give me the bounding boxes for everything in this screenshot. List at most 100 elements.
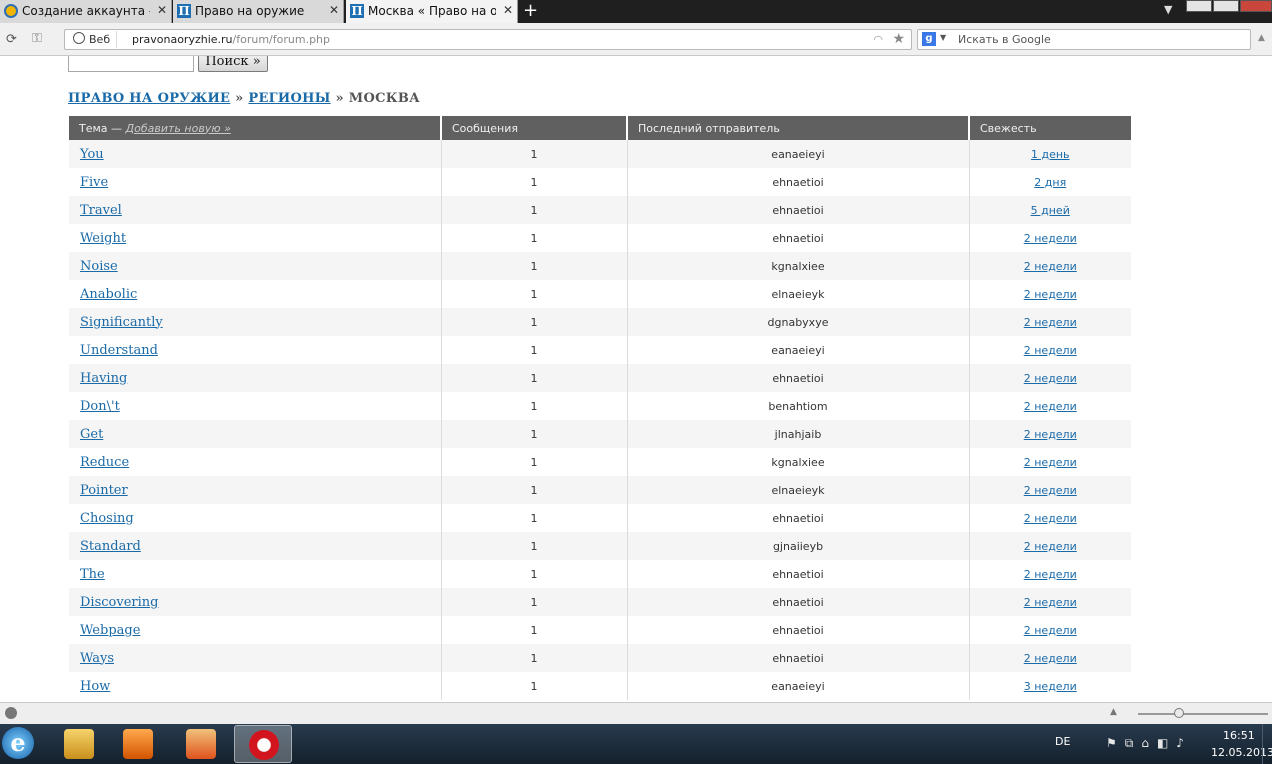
language-indicator[interactable]: DE: [1055, 735, 1070, 748]
freshness-link[interactable]: 2 дня: [1034, 176, 1066, 189]
tray-icons[interactable]: ⚑⧉⌂◧♪: [1106, 736, 1192, 751]
maximize-icon[interactable]: [1213, 0, 1239, 12]
chevron-down-icon[interactable]: ▼: [940, 33, 946, 42]
start-button[interactable]: e: [2, 727, 34, 759]
close-icon[interactable]: ✕: [503, 3, 513, 17]
table-row: Standard 1 gjnaiieyb 2 недели: [69, 532, 1131, 560]
freshness-link[interactable]: 2 недели: [1024, 596, 1077, 609]
freshness-link[interactable]: 2 недели: [1024, 288, 1077, 301]
rss-icon[interactable]: ◠: [873, 33, 883, 46]
zoom-slider-thumb[interactable]: [1174, 708, 1184, 718]
topic-cell: Understand: [69, 336, 442, 364]
minimize-icon[interactable]: [1186, 0, 1212, 12]
search-engine-field[interactable]: g ▼ Искать в Google: [917, 29, 1251, 50]
topic-link[interactable]: Five: [80, 175, 108, 190]
url-host: pravonaoryzhie.ru: [132, 33, 233, 46]
freshness-link[interactable]: 2 недели: [1024, 316, 1077, 329]
url-text[interactable]: pravonaoryzhie.ru/forum/forum.php: [132, 33, 330, 46]
tab-title: Москва « Право на ор...: [368, 4, 496, 18]
close-icon[interactable]: ✕: [157, 3, 167, 17]
freshness-link[interactable]: 5 дней: [1031, 204, 1070, 217]
last-poster: jlnahjaib: [627, 420, 970, 448]
freshness-link[interactable]: 2 недели: [1024, 512, 1077, 525]
close-window-icon[interactable]: [1240, 0, 1272, 12]
posts-count: 1: [441, 672, 628, 700]
topic-cell: Five: [69, 168, 442, 196]
table-header-row: Тема — Добавить новую » Сообщения Послед…: [69, 116, 1131, 140]
posts-count: 1: [441, 224, 628, 252]
freshness-link[interactable]: 2 недели: [1024, 260, 1077, 273]
show-desktop-button[interactable]: [1262, 724, 1272, 764]
topic-link[interactable]: Weight: [80, 231, 126, 246]
tab-gun-rights[interactable]: П Право на оружие ✕: [173, 0, 344, 23]
topic-link[interactable]: Chosing: [80, 511, 134, 526]
breadcrumb-regions-link[interactable]: РЕГИОНЫ: [248, 91, 330, 106]
topic-cell: Webpage: [69, 616, 442, 644]
topic-link[interactable]: Understand: [80, 343, 158, 358]
topic-link[interactable]: The: [80, 567, 105, 582]
freshness-link[interactable]: 2 недели: [1024, 428, 1077, 441]
freshness-link[interactable]: 2 недели: [1024, 372, 1077, 385]
topics-table: Тема — Добавить новую » Сообщения Послед…: [69, 116, 1131, 700]
breadcrumb-root-link[interactable]: ПРАВО НА ОРУЖИЕ: [68, 91, 230, 106]
media-player-button[interactable]: [115, 725, 161, 763]
freshness-link[interactable]: 2 недели: [1024, 540, 1077, 553]
topic-cell: Reduce: [69, 448, 442, 476]
topic-link[interactable]: Noise: [80, 259, 118, 274]
freshness-link[interactable]: 2 недели: [1024, 484, 1077, 497]
url-path: /forum/forum.php: [232, 33, 331, 46]
panel-toggle-icon[interactable]: [5, 707, 17, 719]
add-new-topic-link[interactable]: Добавить новую »: [126, 122, 231, 135]
topic-link[interactable]: Anabolic: [80, 287, 137, 302]
freshness-link[interactable]: 2 недели: [1024, 344, 1077, 357]
topic-link[interactable]: Standard: [80, 539, 141, 554]
tab-moscow[interactable]: П Москва « Право на ор... ✕: [346, 0, 518, 23]
topic-link[interactable]: How: [80, 679, 110, 694]
topic-link[interactable]: Reduce: [80, 455, 129, 470]
search-button[interactable]: Поиск »: [198, 56, 268, 72]
freshness-link[interactable]: 1 день: [1031, 148, 1070, 161]
opera-browser-button[interactable]: [234, 725, 292, 763]
freshness-link[interactable]: 2 недели: [1024, 652, 1077, 665]
topic-link[interactable]: Travel: [80, 203, 122, 218]
clock-time[interactable]: 16:51: [1223, 729, 1255, 742]
paint-app-button[interactable]: [178, 725, 224, 763]
tab-strip: Создание аккаунта - ...... ✕ П Право на …: [0, 0, 1272, 23]
tab-menu-chevron-down-icon[interactable]: ▼: [1164, 3, 1172, 16]
topic-link[interactable]: Don\'t: [80, 399, 120, 414]
new-tab-icon[interactable]: +: [523, 0, 538, 21]
site-favicon-icon: П: [177, 4, 191, 18]
google-icon[interactable]: g: [922, 32, 936, 46]
tab-create-account[interactable]: Создание аккаунта - ...... ✕: [0, 0, 172, 23]
topic-link[interactable]: Get: [80, 427, 103, 442]
scroll-up-icon[interactable]: ▲: [1258, 33, 1265, 43]
search-input[interactable]: [68, 56, 194, 72]
freshness-link[interactable]: 3 недели: [1024, 680, 1077, 693]
topic-link[interactable]: Ways: [80, 651, 114, 666]
topic-link[interactable]: Having: [80, 371, 127, 386]
freshness-link[interactable]: 2 недели: [1024, 232, 1077, 245]
topic-cell: Significantly: [69, 308, 442, 336]
topic-link[interactable]: Discovering: [80, 595, 158, 610]
zoom-slider[interactable]: [1138, 713, 1268, 715]
freshness-link[interactable]: 2 недели: [1024, 568, 1077, 581]
file-explorer-button[interactable]: [56, 725, 102, 763]
topic-link[interactable]: Webpage: [80, 623, 140, 638]
freshness-link[interactable]: 2 недели: [1024, 456, 1077, 469]
address-field[interactable]: Веб pravonaoryzhie.ru/forum/forum.php ◠ …: [64, 29, 912, 50]
web-badge[interactable]: Веб: [69, 31, 118, 48]
reload-icon[interactable]: ⟳: [6, 32, 17, 47]
last-poster: ehnaetioi: [627, 168, 970, 196]
topic-link[interactable]: You: [80, 147, 104, 162]
freshness-link[interactable]: 2 недели: [1024, 400, 1077, 413]
topic-link[interactable]: Pointer: [80, 483, 128, 498]
close-icon[interactable]: ✕: [329, 3, 339, 17]
chevron-up-icon[interactable]: ▲: [1110, 707, 1117, 717]
star-icon[interactable]: ★: [892, 31, 905, 47]
table-row: Reduce 1 kgnalxiee 2 недели: [69, 448, 1131, 476]
freshness-link[interactable]: 2 недели: [1024, 624, 1077, 637]
key-icon[interactable]: ⚿: [32, 31, 42, 46]
last-poster: dgnabyxye: [627, 308, 970, 336]
last-poster: eanaeieyi: [627, 140, 970, 168]
topic-link[interactable]: Significantly: [80, 315, 163, 330]
